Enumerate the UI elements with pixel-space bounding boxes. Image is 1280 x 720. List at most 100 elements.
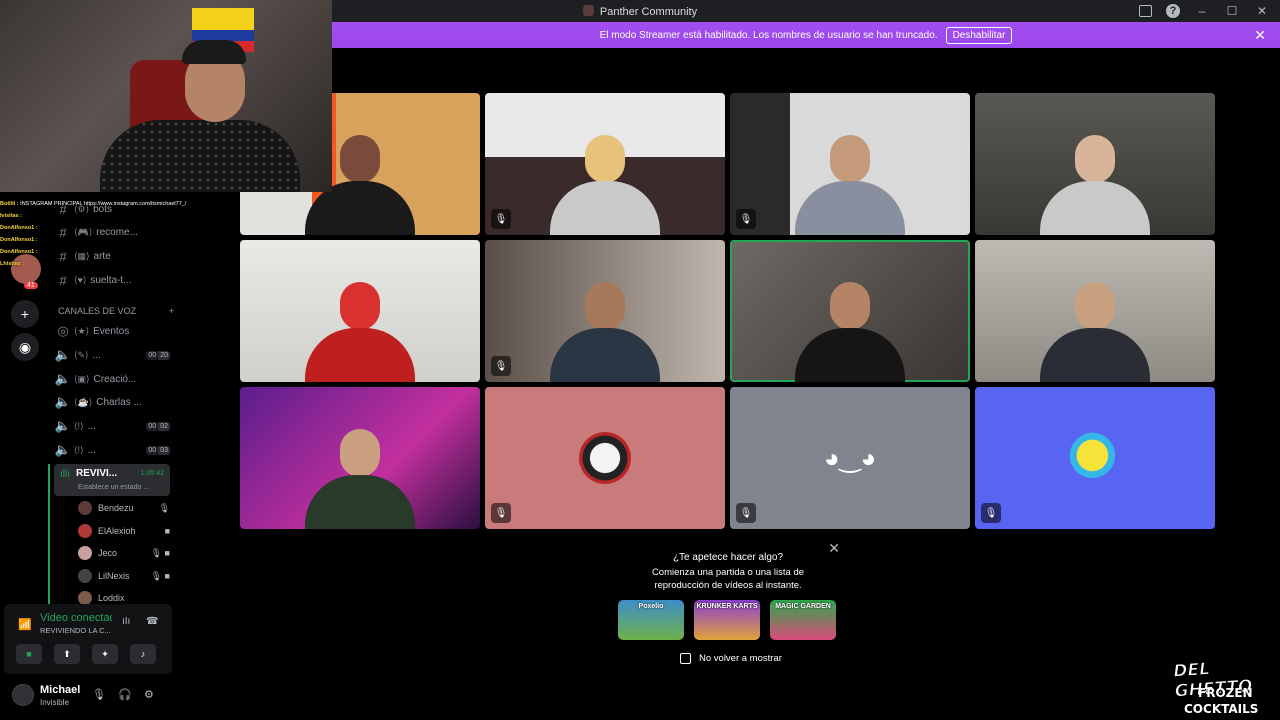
connected-channel[interactable]: REVIVIENDO LA C... <box>40 626 112 635</box>
chat-user: DonAlfonso1 : <box>0 237 38 243</box>
prompt-description: Comienza una partida o una lista de repr… <box>651 567 805 591</box>
muted-icon: 🎙 <box>736 209 756 229</box>
participant-video <box>305 282 415 382</box>
active-channel-name: REVIVI... <box>76 468 118 479</box>
voice-channel-charlas[interactable]: 🔈 ⟨☕⟩ Charlas ... <box>52 391 176 413</box>
video-tile-6[interactable]: 🎙 <box>485 240 725 382</box>
soundboard-button[interactable]: ♪ <box>130 644 156 664</box>
window-title-text: Panther Community <box>599 5 698 18</box>
user-limit: 02 <box>158 421 170 431</box>
video-tile-3[interactable]: 🎙 <box>730 93 970 235</box>
game-tile[interactable]: MAGIC GARDEN <box>770 600 836 640</box>
video-tile-11-avatar[interactable]: ◕‿◕ 🎙 <box>730 387 970 529</box>
headphones-icon[interactable]: 🎧 <box>118 688 132 701</box>
video-tile-8[interactable] <box>975 240 1215 382</box>
logo-line-3: COCKTAILS <box>1184 702 1259 716</box>
video-tile-9[interactable] <box>240 387 480 529</box>
add-server-icon[interactable]: + <box>11 300 39 328</box>
signal-icon[interactable]: 📶 <box>18 618 32 631</box>
channel-label: ... <box>92 349 101 361</box>
channel-emoji-icon: ⟨✎⟩ <box>74 349 89 360</box>
video-tile-4[interactable] <box>975 93 1215 235</box>
channel-emoji-icon: ⟨☕⟩ <box>74 396 93 407</box>
chat-user: DonAlfonso1 : <box>0 225 38 231</box>
voice-connection-panel: 📶 Video conectado REVIVIENDO LA C... ıIı… <box>4 604 172 674</box>
voice-user[interactable]: ElAlexioh ■ <box>78 521 174 541</box>
channel-label: Eventos <box>93 325 130 337</box>
screen-share-button[interactable]: ⬆ <box>54 644 80 664</box>
voice-channel-5[interactable]: 🔈 ⟨!⟩... 00 02 <box>52 415 176 437</box>
voice-user[interactable]: LilNexis 🎙 ■ <box>78 566 174 586</box>
game-tile[interactable]: Poxelio <box>618 600 684 640</box>
checkbox[interactable] <box>680 653 691 664</box>
discover-icon[interactable]: ◉ <box>11 333 39 361</box>
channel-suelta[interactable]: # ⟨♥⟩ suelta-t... <box>52 269 176 291</box>
chat-user: Ivisitas : <box>0 213 23 219</box>
video-tile-7-speaking[interactable] <box>730 240 970 382</box>
voice-channel-eventos[interactable]: ◎ ⟨★⟩ Eventos <box>52 320 176 342</box>
avatar <box>78 501 92 515</box>
muted-icon: 🎙 <box>736 503 756 523</box>
minimize-icon[interactable]: – <box>1194 3 1210 19</box>
discord-window: Panther Community ? – ☐ ✕ El modo Stream… <box>0 0 1280 720</box>
banner-close-icon[interactable]: ✕ <box>1254 27 1266 44</box>
speaker-icon: 🔈 <box>54 394 72 409</box>
server-icon <box>582 4 594 16</box>
call-timer: 1:05:42 <box>140 470 164 477</box>
video-tile-5[interactable] <box>240 240 480 382</box>
help-icon[interactable]: ? <box>1166 4 1180 18</box>
voice-channel-2[interactable]: 🔈 ⟨✎⟩... 00 20 <box>52 344 176 366</box>
chat-user: Botlili : <box>0 201 19 207</box>
activities-button[interactable]: ✦ <box>92 644 118 664</box>
participant-video <box>795 135 905 235</box>
user-avatar[interactable] <box>12 684 34 706</box>
video-tile-12-avatar[interactable]: 🎙 <box>975 387 1215 529</box>
user-avatar <box>579 432 631 484</box>
noise-suppression-icon[interactable]: ıIı <box>122 616 130 627</box>
game-label: KRUNKER KARTS <box>696 603 758 610</box>
chat-message: Lhistias : <box>0 258 252 270</box>
banner-text: El modo Streamer está habilitado. Los no… <box>599 29 938 41</box>
muted-icon: 🎙 <box>491 209 511 229</box>
maximize-icon[interactable]: ☐ <box>1224 3 1240 19</box>
participant-video <box>1040 282 1150 382</box>
voice-channel-creacion[interactable]: 🔈 ⟨▣⟩ Creació... <box>52 368 176 390</box>
game-tile[interactable]: KRUNKER KARTS <box>694 600 760 640</box>
dont-show-again[interactable]: No volver a mostrar <box>680 653 782 664</box>
inbox-icon[interactable] <box>1139 5 1152 17</box>
video-tile-2[interactable]: 🎙 <box>485 93 725 235</box>
chat-user: Lhistias : <box>0 261 25 267</box>
participant-video <box>550 282 660 382</box>
chat-message: DonAlfonso1 : <box>0 234 252 246</box>
user-limit: 20 <box>158 350 170 360</box>
participant-video <box>1040 135 1150 235</box>
voice-user[interactable]: Jeco 🎙 ■ <box>78 543 174 563</box>
speaker-icon: 🔈 <box>54 418 72 433</box>
settings-icon[interactable]: ⚙ <box>144 688 154 701</box>
user-limit: 03 <box>158 445 170 455</box>
streamer-mode-banner: El modo Streamer está habilitado. Los no… <box>332 22 1280 48</box>
voice-category-header[interactable]: CANALES DE VOZ + <box>58 306 174 316</box>
close-icon[interactable]: ✕ <box>1254 3 1270 19</box>
user-count: 00 <box>146 445 159 455</box>
voice-user[interactable]: Bendezu 🎙 <box>78 498 174 518</box>
game-label: Poxelio <box>638 603 664 610</box>
video-tile-10-avatar[interactable]: 🎙 <box>485 387 725 529</box>
hash-icon: # <box>59 272 67 288</box>
channel-emoji-icon: ⟨!⟩ <box>74 444 84 455</box>
add-channel-icon[interactable]: + <box>169 306 174 316</box>
microphone-icon[interactable]: 🎙 <box>92 688 106 701</box>
active-voice-channel[interactable]: ıllı REVIVI... 1:05:42 Establece un esta… <box>54 464 170 496</box>
voice-channel-6[interactable]: 🔈 ⟨!⟩... 00 03 <box>52 439 176 461</box>
disable-streamer-button[interactable]: Deshabilitar <box>945 26 1013 44</box>
user-status: Invisible <box>40 698 69 707</box>
set-status-link[interactable]: Establece un estado ... <box>78 484 149 491</box>
checkbox-label: No volver a mostrar <box>699 653 782 664</box>
channel-label: Creació... <box>93 373 137 385</box>
channel-emoji-icon: ⟨★⟩ <box>74 325 90 336</box>
channel-emoji-icon: ⟨▣⟩ <box>74 373 90 384</box>
stream-chat-overlay: Botlili : INSTAGRAM PRINCIPAL https://ww… <box>0 198 252 270</box>
camera-button[interactable]: ■ <box>16 644 42 664</box>
voice-user-name: Loddix <box>98 593 125 603</box>
disconnect-icon[interactable]: ☎ <box>146 616 158 627</box>
